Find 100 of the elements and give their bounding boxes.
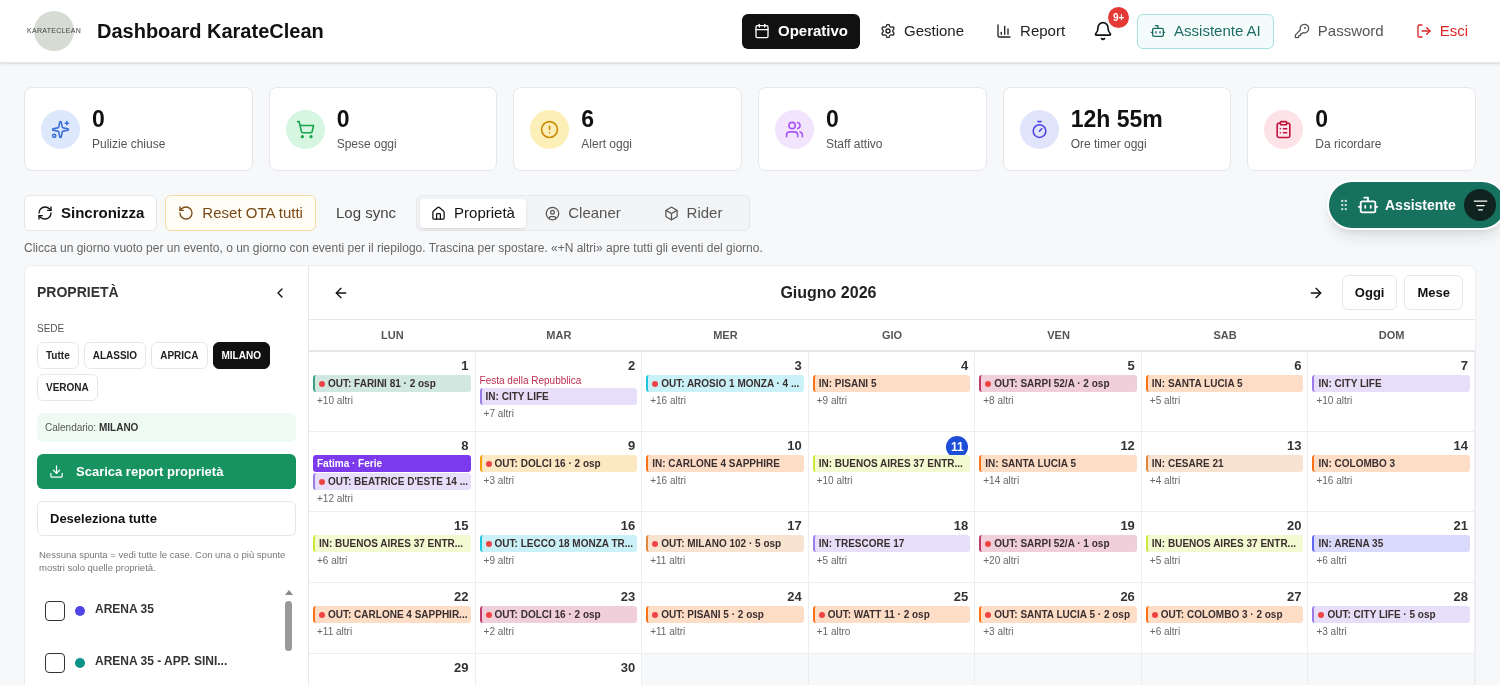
day-cell[interactable]: 5 OUT: SARPI 52/A · 2 osp +8 altri xyxy=(975,352,1142,431)
calendar-event[interactable]: OUT: BEATRICE D'ESTE 14 ... xyxy=(313,473,471,490)
sede-chip[interactable]: VERONA xyxy=(37,374,98,401)
calendar-event[interactable]: IN: SANTA LUCIA 5 xyxy=(1145,375,1304,392)
calendar-event[interactable]: IN: SANTA LUCIA 5 xyxy=(979,455,1137,472)
day-cell[interactable]: 7 IN: CITY LIFE +10 altri xyxy=(1308,352,1475,431)
calendar-event[interactable]: OUT: CARLONE 4 SAPPHIR... xyxy=(313,606,471,623)
day-cell[interactable]: 2 Festa della Repubblica IN: CITY LIFE +7 altri xyxy=(475,352,643,431)
calendar-event[interactable]: OUT: FARINI 81 · 2 osp xyxy=(313,375,471,392)
calendar-event[interactable]: IN: ARENA 35 xyxy=(1312,535,1470,552)
calendar-event[interactable]: OUT: DOLCI 16 · 2 osp xyxy=(479,606,638,623)
more-events-link[interactable]: +10 altri xyxy=(812,473,971,488)
more-events-link[interactable]: +2 altri xyxy=(479,624,638,639)
more-events-link[interactable]: +20 altri xyxy=(979,553,1137,568)
day-cell[interactable]: 10 IN: CARLONE 4 SAPPHIRE +16 altri xyxy=(642,432,809,511)
sede-chip[interactable]: MILANO xyxy=(212,342,270,369)
more-events-link[interactable]: +3 altri xyxy=(479,473,638,488)
property-checkbox[interactable] xyxy=(45,601,65,621)
more-events-link[interactable]: +1 altro xyxy=(812,624,971,639)
more-events-link[interactable]: +5 altri xyxy=(812,553,971,568)
calendar-event[interactable]: OUT: LECCO 18 MONZA TR... xyxy=(479,535,638,552)
calendar-event[interactable]: OUT: SARPI 52/A · 1 osp xyxy=(979,535,1137,552)
day-cell[interactable]: 16 OUT: LECCO 18 MONZA TR... +9 altri xyxy=(475,512,643,582)
calendar-event[interactable]: IN: CITY LIFE xyxy=(1312,375,1470,392)
leave-event[interactable]: Fatima · Ferie xyxy=(313,455,471,472)
calendar-event[interactable]: OUT: WATT 11 · 2 osp xyxy=(812,606,971,623)
calendar-event[interactable]: IN: CITY LIFE xyxy=(479,388,638,405)
day-cell[interactable]: 14 IN: COLOMBO 3 +16 altri xyxy=(1308,432,1475,511)
more-events-link[interactable]: +10 altri xyxy=(313,393,471,408)
more-events-link[interactable]: +12 altri xyxy=(313,491,471,506)
more-events-link[interactable]: +4 altri xyxy=(1145,473,1304,488)
day-cell[interactable]: 13 IN: CESARE 21 +4 altri xyxy=(1141,432,1309,511)
calendar-event[interactable]: IN: TRESCORE 17 xyxy=(812,535,971,552)
day-cell[interactable]: 20 IN: BUENOS AIRES 37 ENTR... +5 altri xyxy=(1141,512,1309,582)
day-cell[interactable]: 17 OUT: MILANO 102 · 5 osp +11 altri xyxy=(642,512,809,582)
day-cell[interactable]: 28 OUT: CITY LIFE · 5 osp +3 altri xyxy=(1308,583,1475,653)
more-events-link[interactable]: +8 altri xyxy=(979,393,1137,408)
more-events-link[interactable]: +3 altri xyxy=(979,624,1137,639)
more-events-link[interactable]: +16 altri xyxy=(646,393,804,408)
more-events-link[interactable]: +9 altri xyxy=(479,553,638,568)
deselect-button[interactable]: Deseleziona tutte xyxy=(37,501,296,536)
day-cell[interactable]: 22 OUT: CARLONE 4 SAPPHIR... +11 altri xyxy=(309,583,476,653)
more-events-link[interactable]: +6 altri xyxy=(313,553,471,568)
day-cell[interactable]: 6 IN: SANTA LUCIA 5 +5 altri xyxy=(1141,352,1309,431)
more-events-link[interactable]: +5 altri xyxy=(1145,553,1304,568)
nav-tab[interactable]: Gestione xyxy=(868,13,977,49)
more-events-link[interactable]: +9 altri xyxy=(812,393,971,408)
sede-chip[interactable]: APRICA xyxy=(151,342,208,369)
logout-button[interactable]: Esci xyxy=(1403,13,1480,49)
calendar-event[interactable]: IN: CARLONE 4 SAPPHIRE xyxy=(646,455,804,472)
day-cell[interactable]: 21 IN: ARENA 35 +6 altri xyxy=(1308,512,1475,582)
calendar-event[interactable]: IN: PISANI 5 xyxy=(812,375,971,392)
calendar-event[interactable]: IN: CESARE 21 xyxy=(1145,455,1304,472)
more-events-link[interactable]: +11 altri xyxy=(313,624,471,639)
day-cell[interactable]: 24 OUT: PISANI 5 · 2 osp +11 altri xyxy=(642,583,809,653)
day-cell[interactable]: 27 OUT: COLOMBO 3 · 2 osp +6 altri xyxy=(1141,583,1309,653)
bell-icon[interactable] xyxy=(1093,21,1114,41)
more-events-link[interactable]: +5 altri xyxy=(1145,393,1304,408)
day-cell[interactable]: 15 IN: BUENOS AIRES 37 ENTR... +6 altri xyxy=(309,512,476,582)
more-events-link[interactable]: +14 altri xyxy=(979,473,1137,488)
view-tab[interactable]: Cleaner xyxy=(530,198,636,228)
day-cell[interactable]: 1 OUT: FARINI 81 · 2 osp +10 altri xyxy=(309,352,476,431)
sync-button[interactable]: Sincronizza xyxy=(24,195,158,231)
more-events-link[interactable]: +10 altri xyxy=(1312,393,1470,408)
more-events-link[interactable]: +11 altri xyxy=(646,553,804,568)
view-tab[interactable]: Proprietà xyxy=(420,198,526,228)
day-cell[interactable]: 3 OUT: AROSIO 1 MONZA · 4 ... +16 altri xyxy=(642,352,809,431)
calendar-event[interactable]: OUT: CITY LIFE · 5 osp xyxy=(1312,606,1470,623)
calendar-event[interactable]: IN: COLOMBO 3 xyxy=(1312,455,1470,472)
password-button[interactable]: Password xyxy=(1281,13,1396,49)
today-button[interactable]: Oggi xyxy=(1341,275,1398,310)
day-cell[interactable]: 8 Fatima · Ferie OUT: BEATRICE D'ESTE 14 ... +12 altri xyxy=(309,432,476,511)
day-cell[interactable]: 19 OUT: SARPI 52/A · 1 osp +20 altri xyxy=(975,512,1142,582)
sede-chip[interactable]: Tutte xyxy=(37,342,79,369)
assistant-button[interactable]: Assistente AI xyxy=(1137,13,1274,49)
calendar-event[interactable]: IN: BUENOS AIRES 37 ENTR... xyxy=(812,455,971,472)
calendar-event[interactable]: OUT: DOLCI 16 · 2 osp xyxy=(479,455,638,472)
nav-tab[interactable]: Report xyxy=(984,13,1078,49)
day-cell[interactable]: 12 IN: SANTA LUCIA 5 +14 altri xyxy=(975,432,1142,511)
calendar-event[interactable]: OUT: SANTA LUCIA 5 · 2 osp xyxy=(979,606,1137,623)
sede-chip[interactable]: ALASSIO xyxy=(83,342,147,369)
day-cell[interactable]: 25 OUT: WATT 11 · 2 osp +1 altro xyxy=(808,583,976,653)
calendar-event[interactable]: OUT: MILANO 102 · 5 osp xyxy=(646,535,804,552)
month-view-button[interactable]: Mese xyxy=(1404,275,1463,310)
property-checkbox[interactable] xyxy=(45,653,65,673)
calendar-event[interactable]: OUT: SARPI 52/A · 2 osp xyxy=(979,375,1137,392)
property-name[interactable]: ARENA 35 - APP. SINI... xyxy=(95,652,228,670)
nav-tab[interactable]: Operativo xyxy=(741,13,860,49)
view-tab[interactable]: Rider xyxy=(640,198,746,228)
day-cell[interactable]: 11 IN: BUENOS AIRES 37 ENTR... +10 altri xyxy=(808,432,976,511)
more-events-link[interactable]: +3 altri xyxy=(1312,624,1470,639)
calendar-event[interactable]: IN: BUENOS AIRES 37 ENTR... xyxy=(1145,535,1304,552)
reset-button[interactable]: Reset OTA tutti xyxy=(165,195,316,231)
floating-assistant-button[interactable]: Assistente xyxy=(1327,180,1500,230)
more-events-link[interactable]: +6 altri xyxy=(1145,624,1304,639)
log-sync-button[interactable]: Log sync xyxy=(323,201,408,225)
download-button[interactable]: Scarica report proprietà xyxy=(37,454,296,489)
more-events-link[interactable]: +11 altri xyxy=(646,624,804,639)
more-events-link[interactable]: +16 altri xyxy=(1312,473,1470,488)
calendar-event[interactable]: OUT: COLOMBO 3 · 2 osp xyxy=(1145,606,1304,623)
